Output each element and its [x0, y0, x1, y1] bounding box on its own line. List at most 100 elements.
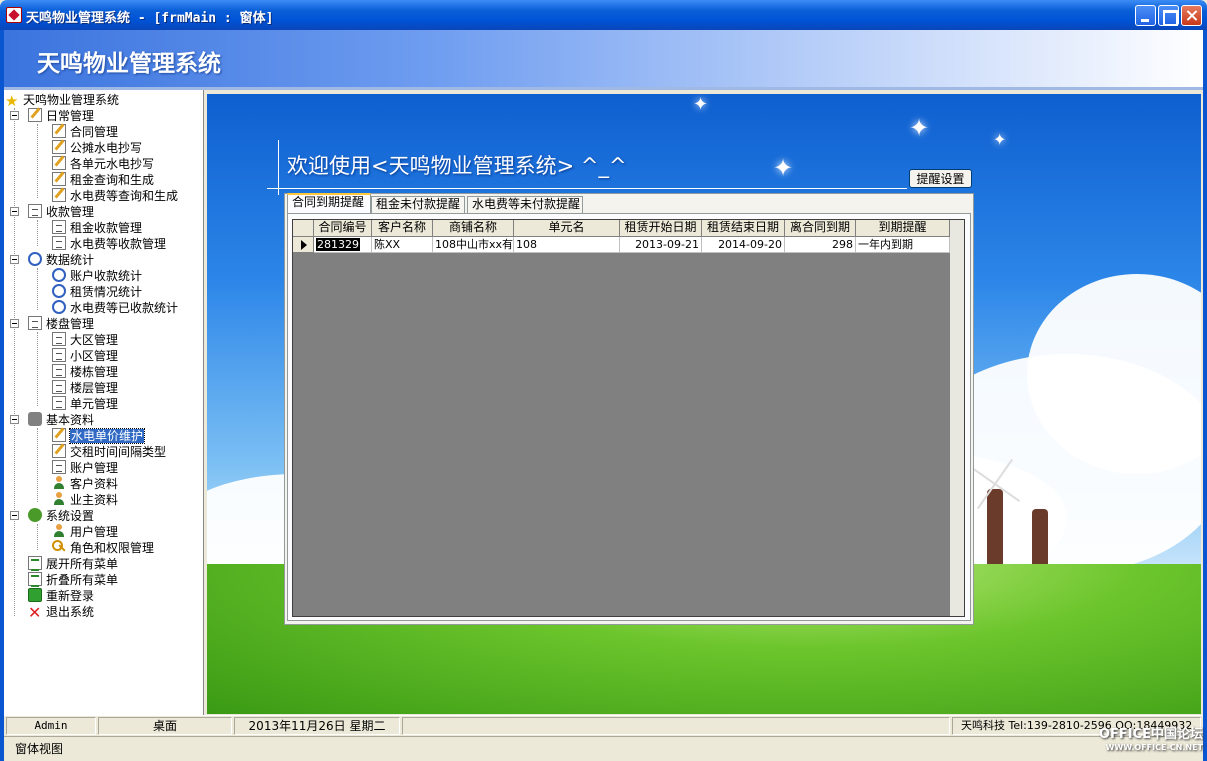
users-icon — [52, 524, 66, 538]
collapse-toggle[interactable] — [10, 111, 19, 120]
tree-item-customers[interactable]: 客户资料 — [52, 476, 118, 492]
tree-item-account-stats[interactable]: 账户收款统计 — [52, 268, 142, 284]
column-header-lease-end[interactable]: 租赁结束日期 — [702, 220, 785, 237]
tree-item-subdistrict[interactable]: 小区管理 — [52, 348, 118, 364]
tree-root[interactable]: ★ 天鸣物业管理系统 — [5, 92, 119, 110]
footer-bar — [4, 736, 1203, 758]
column-header-shop[interactable]: 商铺名称 — [433, 220, 514, 237]
data-grid[interactable] — [292, 219, 965, 617]
collapse-toggle[interactable] — [10, 207, 19, 216]
tree-item-unit-meter[interactable]: 各单元水电抄写 — [52, 156, 154, 172]
tree-item-contract[interactable]: 合同管理 — [52, 124, 118, 140]
tree-item-accounts[interactable]: 账户管理 — [52, 460, 118, 476]
grid-cell[interactable]: 108 — [514, 237, 620, 253]
tree-action-collapse-all[interactable]: 折叠所有菜单 — [28, 572, 118, 588]
window-title-bar[interactable]: 天鸣物业管理系统 - [frmMain : 窗体] — [0, 0, 1207, 30]
grid-cell[interactable]: 陈XX — [372, 237, 433, 253]
minimize-button[interactable] — [1135, 5, 1156, 26]
column-header-customer[interactable]: 客户名称 — [372, 220, 433, 237]
document-icon — [52, 236, 66, 250]
tree-item-unit[interactable]: 单元管理 — [52, 396, 118, 412]
grid-corner — [293, 220, 314, 237]
grid-cell[interactable]: 2014-09-20 — [702, 237, 785, 253]
column-header-days-left[interactable]: 离合同到期 — [785, 220, 856, 237]
tree-item-floor[interactable]: 楼层管理 — [52, 380, 118, 396]
column-header-reminder[interactable]: 到期提醒 — [856, 220, 950, 237]
tree-action-exit[interactable]: ✕ 退出系统 — [28, 604, 94, 621]
document-icon — [52, 396, 66, 410]
tree-item-utility-stats[interactable]: 水电费等已收款统计 — [52, 300, 178, 316]
collapse-toggle[interactable] — [10, 255, 19, 264]
tree-item-owners[interactable]: 业主资料 — [52, 492, 118, 508]
tree-item-rent-query[interactable]: 租金查询和生成 — [52, 172, 154, 188]
document-icon — [52, 380, 66, 394]
edit-icon — [52, 156, 66, 170]
grid-cell[interactable]: 281329 — [314, 237, 372, 253]
tree-item-shared-meter[interactable]: 公摊水电抄写 — [52, 140, 142, 156]
maximize-button[interactable] — [1158, 5, 1179, 26]
close-button[interactable] — [1181, 5, 1202, 26]
document-icon — [52, 348, 66, 362]
reminder-settings-button[interactable]: 提醒设置 — [909, 169, 972, 188]
column-header-unit[interactable]: 单元名 — [514, 220, 620, 237]
collapse-toggle[interactable] — [10, 319, 19, 328]
tree-action-relogin[interactable]: 重新登录 — [28, 588, 94, 604]
tree-item-roles[interactable]: 角色和权限管理 — [52, 540, 154, 556]
collapse-toggle[interactable] — [10, 511, 19, 520]
tree-line — [37, 220, 38, 246]
grid-cell[interactable]: 一年内到期 — [856, 237, 950, 253]
refresh-icon — [28, 588, 42, 602]
magnifier-icon — [52, 284, 66, 298]
tree-action-expand-all[interactable]: 展开所有菜单 — [28, 556, 118, 572]
tree-item-lease-stats[interactable]: 租赁情况统计 — [52, 284, 142, 300]
tools-icon — [28, 412, 42, 426]
edit-icon — [52, 444, 66, 458]
tab-contract-expiry[interactable]: 合同到期提醒 — [287, 193, 371, 213]
edit-icon — [28, 108, 42, 122]
tree-line — [37, 268, 38, 310]
tree-line — [14, 108, 15, 608]
tree-item-utility-price[interactable]: 水电单价维护 — [52, 428, 146, 444]
star-icon: ★ — [5, 92, 19, 110]
tree-group-statistics[interactable]: 数据统计 — [28, 252, 94, 268]
document-icon — [28, 316, 42, 330]
column-header-contract-no[interactable]: 合同编号 — [314, 220, 372, 237]
tree-item-rent-collection[interactable]: 租金收款管理 — [52, 220, 142, 236]
grid-cell[interactable]: 298 — [785, 237, 856, 253]
welcome-underline — [267, 188, 907, 189]
column-header-lease-start[interactable]: 租赁开始日期 — [620, 220, 702, 237]
key-icon — [52, 540, 66, 554]
collapse-toggle[interactable] — [10, 415, 19, 424]
edit-icon — [52, 124, 66, 138]
header-banner: 天鸣物业管理系统 — [4, 30, 1203, 87]
grid-scrollbar[interactable] — [950, 220, 964, 616]
magnifier-icon — [52, 300, 66, 314]
document-icon — [28, 204, 42, 218]
tree-group-daily[interactable]: 日常管理 — [28, 108, 94, 124]
app-icon — [6, 7, 22, 23]
tab-rent-unpaid[interactable]: 租金未付款提醒 — [371, 196, 465, 213]
tree-item-rent-interval[interactable]: 交租时间间隔类型 — [52, 444, 166, 460]
grid-cell[interactable]: 2013-09-21 — [620, 237, 702, 253]
tree-group-system[interactable]: 系统设置 — [28, 508, 94, 524]
windmill-icon — [1032, 509, 1048, 564]
tab-utility-unpaid[interactable]: 水电费等未付款提醒 — [467, 196, 583, 213]
tree-item-users[interactable]: 用户管理 — [52, 524, 118, 540]
tree-group-property[interactable]: 楼盘管理 — [28, 316, 94, 332]
tree-item-utility-query[interactable]: 水电费等查询和生成 — [52, 188, 178, 204]
sparkle-icon: ✦ — [773, 154, 794, 182]
welcome-text: 欢迎使用<天鸣物业管理系统> ^_^ — [287, 154, 627, 178]
status-date: 2013年11月26日 星期二 — [234, 717, 400, 735]
tree-item-district[interactable]: 大区管理 — [52, 332, 118, 348]
window-title: 天鸣物业管理系统 - [frmMain : 窗体] — [26, 11, 274, 26]
tree-item-utility-collection[interactable]: 水电费等收款管理 — [52, 236, 166, 252]
tree-line — [14, 560, 15, 616]
tree-group-basic-data[interactable]: 基本资料 — [28, 412, 94, 428]
tree-item-building[interactable]: 楼栋管理 — [52, 364, 118, 380]
tree-group-payments[interactable]: 收款管理 — [28, 204, 94, 220]
grid-cell[interactable]: 108中山市xx有 — [433, 237, 514, 253]
row-selector-arrow[interactable] — [293, 237, 314, 253]
status-blank — [402, 717, 950, 735]
document-icon — [52, 460, 66, 474]
navigation-tree[interactable]: ★ 天鸣物业管理系统 日常管理 合同管理 公摊水电抄写 各单元水电抄写 租金查询和… — [4, 90, 204, 715]
